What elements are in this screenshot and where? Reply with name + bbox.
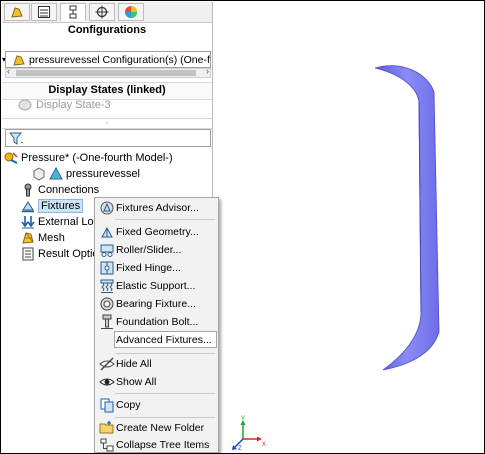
menu-item-label: Hide All (116, 358, 152, 370)
menu-item-label: Collapse Tree Items (116, 439, 210, 451)
tree-item-label: Mesh (38, 232, 65, 244)
fixtures-advisor-icon (100, 201, 114, 215)
menu-item-label: Advanced Fixtures... (116, 334, 212, 346)
view-triad: Y X Z (229, 415, 269, 452)
configuration-combo[interactable]: pressurevessel Configuration(s) (One-fou… (5, 51, 211, 68)
display-states-heading: Display States (linked) (2, 82, 212, 100)
foundation-bolt-icon (101, 314, 113, 329)
crosshair-icon (95, 5, 109, 19)
menu-separator (115, 353, 215, 354)
menu-separator (115, 219, 215, 220)
menu-item-hide-all[interactable]: Hide All (95, 355, 218, 373)
panel-title: Configurations (67, 24, 147, 36)
show-icon (99, 378, 115, 386)
pressure-vessel-model (374, 65, 440, 371)
triad-x-label: X (262, 442, 266, 448)
result-options-icon (22, 247, 34, 261)
tab-dimxpert[interactable] (89, 3, 115, 21)
mesh-icon (22, 232, 34, 244)
study-icon (4, 152, 18, 164)
menu-item-foundation-bolt[interactable]: Foundation Bolt... (95, 313, 218, 331)
menu-item-label: Foundation Bolt... (116, 316, 199, 328)
menu-item-create-new-folder[interactable]: Create New Folder (95, 419, 218, 437)
configuration-manager-icon (69, 5, 77, 19)
collapse-tree-icon (100, 438, 114, 452)
solid-body-icon (49, 167, 63, 180)
connections-icon (24, 183, 32, 197)
property-manager-icon (38, 6, 50, 18)
menu-item-fixed-hinge[interactable]: Fixed Hinge... (95, 259, 218, 277)
tree-filter[interactable] (5, 129, 211, 147)
bearing-fixture-icon (100, 297, 114, 311)
menu-item-fixed-geometry[interactable]: Fixed Geometry... (95, 223, 218, 241)
menu-item-bearing-fixture[interactable]: Bearing Fixture... (95, 295, 218, 313)
menu-item-elastic-support[interactable]: Elastic Support... (95, 277, 218, 295)
roller-slider-icon (100, 244, 114, 257)
tree-item-label: Connections (38, 184, 100, 196)
tree-item-label: Fixtures (38, 199, 84, 213)
configuration-icon (13, 54, 25, 66)
menu-item-show-all[interactable]: Show All (95, 373, 218, 391)
fixtures-icon (22, 201, 34, 213)
menu-separator (115, 393, 215, 394)
menu-item-label: Fixed Geometry... (116, 226, 199, 238)
external-loads-icon (21, 216, 35, 229)
tab-display-manager[interactable] (118, 3, 144, 21)
panel-tabs (2, 2, 212, 23)
splitter-handle[interactable]: ◦ (2, 118, 212, 129)
triad-z-label: Z (238, 446, 242, 451)
expand-arrow-icon (21, 167, 29, 181)
tree-item-fixtures[interactable]: Fixtures (21, 198, 84, 214)
tree-item-label: pressurevessel (66, 168, 140, 180)
menu-item-collapse-tree-items[interactable]: Collapse Tree Items (95, 436, 218, 453)
menu-item-label: Copy (116, 399, 141, 411)
triad-y-label: Y (241, 416, 245, 422)
elastic-support-icon (100, 279, 114, 293)
scroll-left-icon[interactable]: ‹ (7, 66, 10, 76)
display-state-item[interactable]: Display State-3 (18, 99, 111, 111)
horizontal-scrollbar[interactable]: ‹ › (5, 66, 211, 78)
copy-icon (100, 398, 114, 413)
feature-manager-icon (11, 7, 23, 18)
tab-feature-manager[interactable] (4, 3, 30, 21)
menu-item-label: Fixtures Advisor... (116, 202, 199, 214)
menu-item-label: Show All (116, 376, 157, 388)
menu-item-copy[interactable]: Copy (95, 396, 218, 414)
new-folder-icon (99, 421, 114, 434)
hide-icon (99, 357, 115, 371)
graphics-area[interactable] (213, 2, 484, 453)
display-manager-icon (125, 6, 137, 18)
tab-property-manager[interactable] (31, 3, 57, 21)
display-state-icon (18, 99, 32, 111)
scroll-right-icon[interactable]: › (206, 66, 209, 76)
tab-configuration-manager[interactable] (60, 3, 86, 21)
tree-item-pressurevessel[interactable]: pressurevessel (21, 166, 140, 182)
menu-item-label: Fixed Hinge... (116, 262, 181, 274)
tree-root-label: Pressure* (-One-fourth Model-) (21, 152, 173, 164)
scrollbar-thumb[interactable] (16, 70, 196, 76)
menu-item-fixtures-advisor[interactable]: Fixtures Advisor... (95, 199, 218, 217)
menu-item-advanced-fixtures[interactable]: Advanced Fixtures... (95, 331, 218, 349)
tree-item-mesh[interactable]: Mesh (21, 230, 65, 246)
menu-separator (115, 417, 215, 418)
display-state-label: Display State-3 (36, 99, 111, 111)
filter-icon (9, 132, 23, 145)
menu-item-label: Create New Folder (116, 422, 205, 434)
fixed-geometry-icon (101, 226, 113, 238)
menu-item-label: Roller/Slider... (116, 244, 182, 256)
tree-item-connections[interactable]: Connections (21, 182, 99, 198)
part-icon (33, 167, 45, 181)
configuration-combo-text: pressurevessel Configuration(s) (One-fou… (29, 53, 211, 66)
fixtures-context-menu: Fixtures Advisor... Fixed Geometry... Ro… (94, 197, 219, 453)
window: Configurations ▾ pressurevessel Configur… (0, 0, 485, 454)
menu-item-roller-slider[interactable]: Roller/Slider... (95, 241, 218, 259)
menu-item-label: Elastic Support... (116, 280, 196, 292)
menu-item-label: Bearing Fixture... (116, 298, 196, 310)
tree-root[interactable]: Pressure* (-One-fourth Model-) (4, 150, 173, 166)
fixed-hinge-icon (100, 261, 114, 275)
